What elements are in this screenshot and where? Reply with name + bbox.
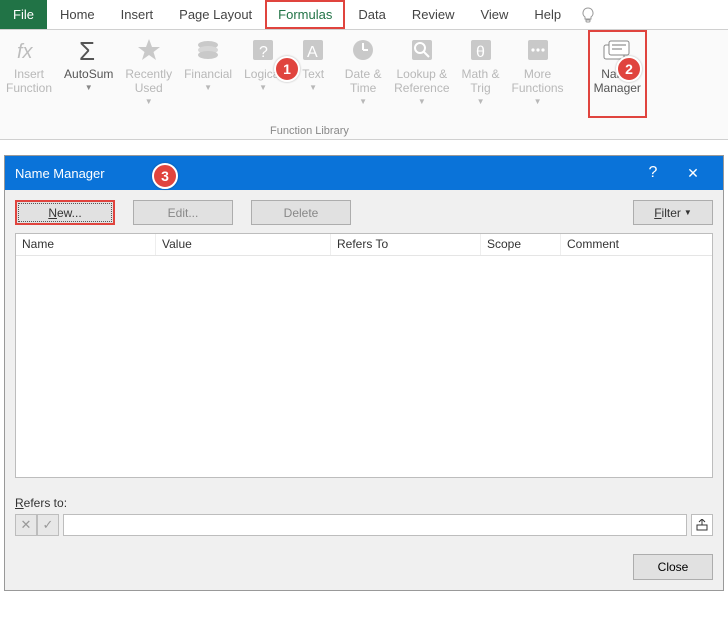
col-comment[interactable]: Comment	[561, 234, 712, 255]
theta-icon: θ	[465, 34, 497, 66]
dropdown-icon: ▼	[359, 97, 367, 106]
delete-button[interactable]: Delete	[251, 200, 351, 225]
text-label: Text	[302, 68, 324, 82]
tab-insert[interactable]: Insert	[108, 0, 167, 29]
dialog-title: Name Manager	[15, 166, 105, 181]
tab-review[interactable]: Review	[399, 0, 468, 29]
confirm-edit-icon[interactable]: ✓	[37, 514, 59, 536]
group-title-function-library: Function Library	[270, 125, 349, 137]
dropdown-icon: ▼	[309, 83, 317, 92]
refers-to-input[interactable]	[63, 514, 687, 536]
svg-text:A: A	[307, 44, 318, 61]
ribbon-tabs: File Home Insert Page Layout Formulas Da…	[0, 0, 728, 30]
coins-icon	[192, 34, 224, 66]
callout-1: 1	[274, 56, 300, 82]
tab-home[interactable]: Home	[47, 0, 108, 29]
dropdown-icon: ▼	[534, 97, 542, 106]
tab-data[interactable]: Data	[345, 0, 398, 29]
insert-function-button[interactable]: fx Insert Function	[0, 30, 58, 118]
fx-icon: fx	[13, 34, 45, 66]
svg-text:Σ: Σ	[79, 36, 95, 64]
dialog-titlebar[interactable]: Name Manager ? ✕	[5, 156, 723, 190]
more-icon	[522, 34, 554, 66]
list-header: Name Value Refers To Scope Comment	[16, 234, 712, 256]
list-body-empty	[16, 256, 712, 477]
recently-used-button[interactable]: Recently Used ▼	[119, 30, 178, 118]
question-icon: ?	[247, 34, 279, 66]
dialog-footer: Close	[5, 544, 723, 590]
sigma-icon: Σ	[73, 34, 105, 66]
col-refers-to[interactable]: Refers To	[331, 234, 481, 255]
lookup-reference-button[interactable]: Lookup & Reference ▼	[388, 30, 455, 118]
financial-label: Financial	[184, 68, 232, 82]
dropdown-icon: ▼	[418, 97, 426, 106]
callout-2: 2	[616, 56, 642, 82]
dropdown-icon: ▼	[259, 83, 267, 92]
svg-text:?: ?	[259, 44, 268, 61]
dropdown-icon: ▼	[477, 97, 485, 106]
dialog-toolbar: New... Edit... Delete Filter▼	[5, 190, 723, 233]
col-scope[interactable]: Scope	[481, 234, 561, 255]
dropdown-icon: ▼	[85, 83, 93, 92]
name-manager-dialog: Name Manager ? ✕ New... Edit... Delete F…	[4, 155, 724, 591]
insert-function-label: Insert Function	[6, 68, 52, 96]
clock-icon	[347, 34, 379, 66]
ribbon-body: fx Insert Function Σ AutoSum ▼ Recently …	[0, 30, 728, 140]
tab-view[interactable]: View	[467, 0, 521, 29]
refers-to-row: ✕ ✓	[15, 514, 713, 536]
tab-page-layout[interactable]: Page Layout	[166, 0, 265, 29]
math-trig-button[interactable]: θ Math & Trig ▼	[456, 30, 506, 118]
text-icon: A	[297, 34, 329, 66]
tell-me-icon[interactable]	[574, 0, 602, 29]
recently-used-label: Recently Used	[125, 68, 172, 96]
edit-button[interactable]: Edit...	[133, 200, 233, 225]
star-icon	[133, 34, 165, 66]
col-name[interactable]: Name	[16, 234, 156, 255]
range-picker-icon[interactable]	[691, 514, 713, 536]
lookup-reference-label: Lookup & Reference	[394, 68, 449, 96]
more-functions-label: More Functions	[512, 68, 564, 96]
math-trig-label: Math & Trig	[462, 68, 500, 96]
date-time-label: Date & Time	[345, 68, 382, 96]
svg-text:fx: fx	[17, 41, 34, 63]
dropdown-icon: ▼	[204, 83, 212, 92]
dialog-help-button[interactable]: ?	[633, 164, 673, 182]
dropdown-icon: ▼	[684, 208, 692, 217]
financial-button[interactable]: Financial ▼	[178, 30, 238, 118]
new-button[interactable]: New...	[15, 200, 115, 225]
tab-file[interactable]: File	[0, 0, 47, 29]
names-list[interactable]: Name Value Refers To Scope Comment	[15, 233, 713, 478]
autosum-button[interactable]: Σ AutoSum ▼	[58, 30, 119, 118]
date-time-button[interactable]: Date & Time ▼	[338, 30, 388, 118]
cancel-edit-icon[interactable]: ✕	[15, 514, 37, 536]
tab-help[interactable]: Help	[521, 0, 574, 29]
col-value[interactable]: Value	[156, 234, 331, 255]
more-functions-button[interactable]: More Functions ▼	[506, 30, 570, 118]
tab-formulas[interactable]: Formulas	[265, 0, 345, 29]
svg-text:θ: θ	[476, 44, 485, 61]
lookup-icon	[406, 34, 438, 66]
refers-to-label: Refers to:	[15, 496, 713, 510]
filter-button[interactable]: Filter▼	[633, 200, 713, 225]
autosum-label: AutoSum	[64, 68, 113, 82]
dropdown-icon: ▼	[145, 97, 153, 106]
callout-3: 3	[152, 163, 178, 189]
close-button[interactable]: Close	[633, 554, 713, 580]
dialog-close-x[interactable]: ✕	[673, 165, 713, 182]
